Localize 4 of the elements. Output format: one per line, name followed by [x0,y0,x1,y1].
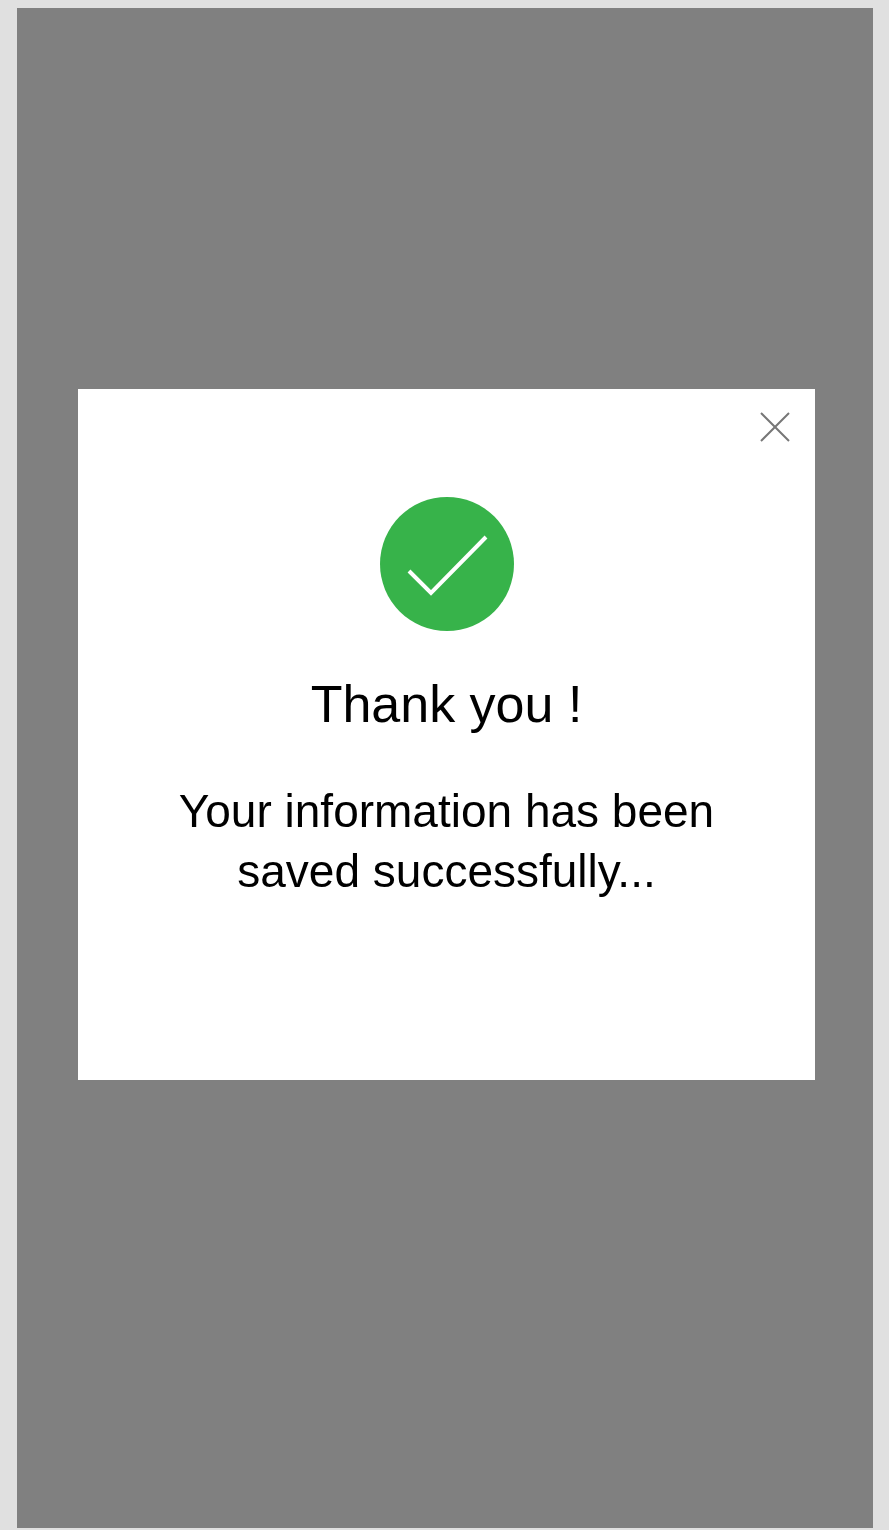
dialog-title: Thank you ! [310,674,583,735]
close-button[interactable] [759,411,791,443]
dialog-message: Your information has been saved successfully... [177,784,716,899]
success-check-icon [379,497,514,631]
